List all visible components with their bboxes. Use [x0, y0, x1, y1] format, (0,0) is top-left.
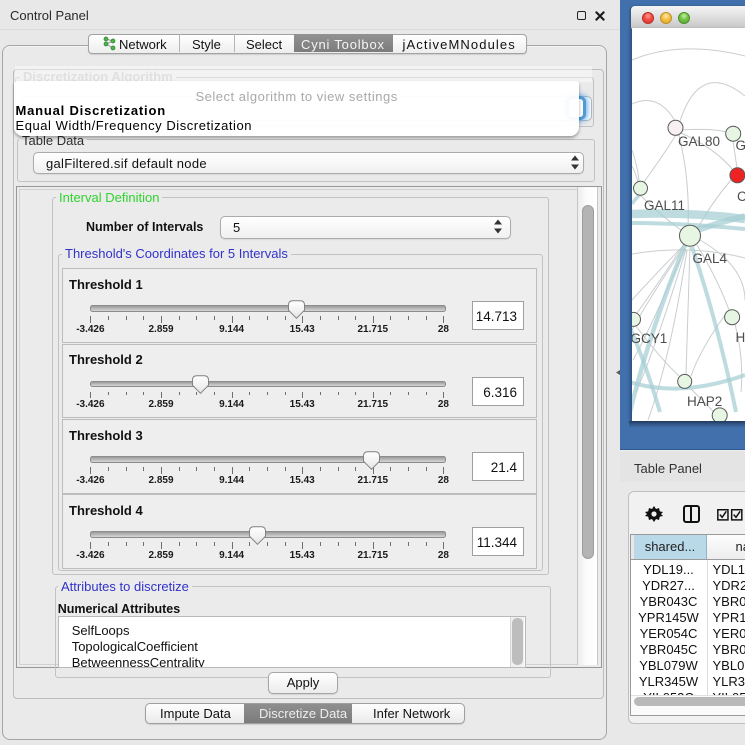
svg-text:GAL11: GAL11: [644, 198, 685, 213]
svg-text:GAL80: GAL80: [678, 134, 720, 149]
svg-text:GCY1: GCY1: [632, 331, 667, 346]
svg-text:GAL4: GAL4: [693, 251, 728, 266]
svg-text:G.: G.: [736, 138, 745, 153]
svg-text:C: C: [737, 189, 745, 204]
svg-text:H: H: [736, 330, 745, 345]
svg-text:HAP2: HAP2: [687, 394, 722, 409]
